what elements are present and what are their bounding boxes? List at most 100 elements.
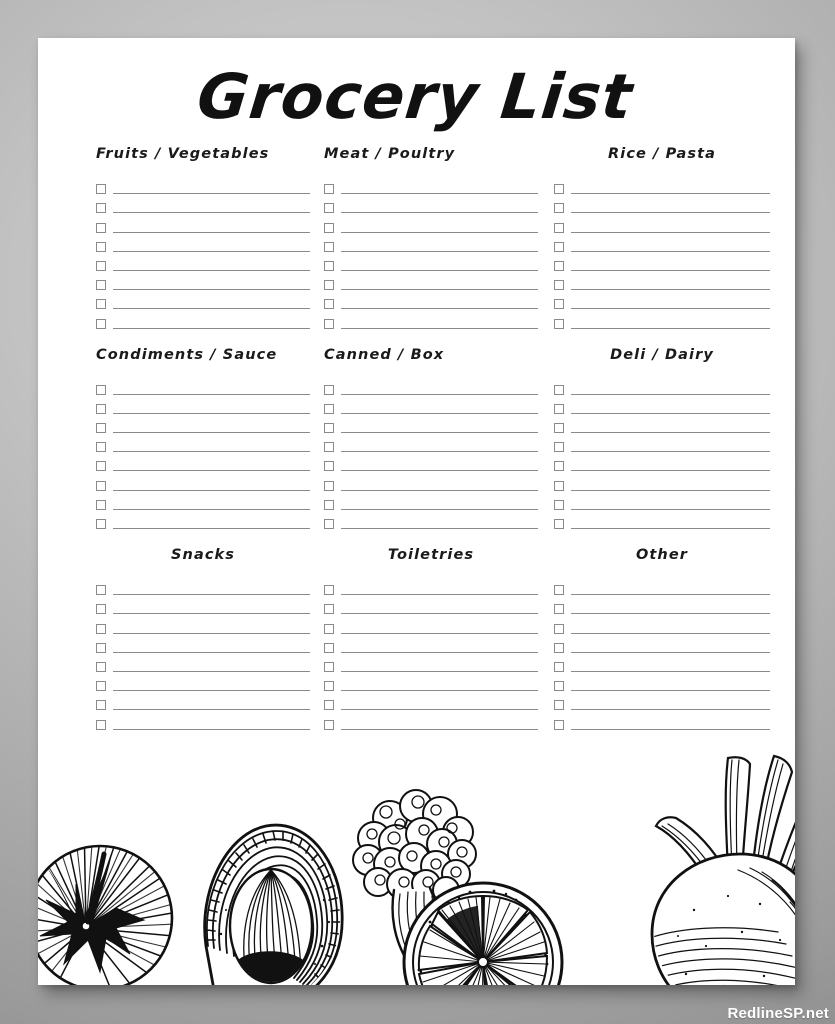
write-line[interactable]: [341, 613, 538, 615]
checklist-row[interactable]: [96, 493, 310, 512]
checklist-row[interactable]: [554, 254, 770, 273]
checkbox[interactable]: [96, 585, 106, 596]
checkbox[interactable]: [96, 299, 106, 310]
checklist-row[interactable]: [554, 292, 770, 311]
checklist-row[interactable]: [554, 397, 770, 416]
checkbox[interactable]: [96, 423, 106, 434]
checklist-row[interactable]: [96, 435, 310, 454]
write-line[interactable]: [571, 250, 770, 252]
write-line[interactable]: [341, 690, 538, 692]
checklist-row[interactable]: [324, 493, 538, 512]
write-line[interactable]: [571, 231, 770, 233]
checkbox[interactable]: [324, 384, 334, 395]
checklist-row[interactable]: [324, 215, 538, 234]
write-line[interactable]: [571, 327, 770, 329]
write-line[interactable]: [113, 470, 310, 472]
checklist-row[interactable]: [96, 215, 310, 234]
checklist-row[interactable]: [324, 416, 538, 435]
write-line[interactable]: [571, 651, 770, 653]
write-line[interactable]: [571, 212, 770, 214]
checkbox[interactable]: [324, 499, 334, 510]
write-line[interactable]: [341, 709, 538, 711]
checklist-row[interactable]: [96, 655, 310, 674]
checkbox[interactable]: [96, 203, 106, 214]
checkbox[interactable]: [554, 681, 564, 692]
checkbox[interactable]: [96, 384, 106, 395]
checklist-row[interactable]: [96, 512, 310, 531]
checkbox[interactable]: [554, 623, 564, 634]
checkbox[interactable]: [324, 280, 334, 291]
write-line[interactable]: [113, 193, 310, 195]
write-line[interactable]: [113, 651, 310, 653]
write-line[interactable]: [341, 528, 538, 529]
checklist-row[interactable]: [324, 254, 538, 273]
checkbox[interactable]: [96, 519, 106, 529]
checkbox[interactable]: [96, 241, 106, 252]
checkbox[interactable]: [554, 719, 564, 730]
checklist-row[interactable]: [96, 378, 310, 397]
write-line[interactable]: [341, 289, 538, 291]
checklist-row[interactable]: [96, 311, 310, 330]
write-line[interactable]: [341, 231, 538, 233]
checklist-row[interactable]: [96, 616, 310, 635]
checkbox[interactable]: [324, 700, 334, 711]
write-line[interactable]: [113, 250, 310, 252]
write-line[interactable]: [113, 690, 310, 692]
checkbox[interactable]: [96, 318, 106, 329]
checkbox[interactable]: [96, 184, 106, 195]
checklist-row[interactable]: [554, 597, 770, 616]
checkbox[interactable]: [554, 480, 564, 491]
write-line[interactable]: [341, 412, 538, 414]
write-line[interactable]: [341, 432, 538, 434]
checkbox[interactable]: [96, 700, 106, 711]
checkbox[interactable]: [554, 604, 564, 615]
checklist-row[interactable]: [554, 215, 770, 234]
write-line[interactable]: [571, 412, 770, 414]
checklist-row[interactable]: [324, 196, 538, 215]
checkbox[interactable]: [554, 442, 564, 453]
checkbox[interactable]: [96, 661, 106, 672]
checkbox[interactable]: [554, 661, 564, 672]
checklist-row[interactable]: [554, 636, 770, 655]
write-line[interactable]: [113, 432, 310, 434]
checklist-row[interactable]: [96, 292, 310, 311]
write-line[interactable]: [571, 690, 770, 692]
checkbox[interactable]: [324, 661, 334, 672]
write-line[interactable]: [113, 594, 310, 596]
checklist-row[interactable]: [324, 235, 538, 254]
write-line[interactable]: [341, 212, 538, 214]
write-line[interactable]: [341, 393, 538, 395]
checkbox[interactable]: [324, 241, 334, 252]
write-line[interactable]: [341, 269, 538, 271]
checklist-row[interactable]: [554, 416, 770, 435]
checklist-row[interactable]: [324, 435, 538, 454]
write-line[interactable]: [113, 709, 310, 711]
checkbox[interactable]: [554, 499, 564, 510]
checklist-row[interactable]: [324, 597, 538, 616]
checkbox[interactable]: [96, 461, 106, 472]
write-line[interactable]: [571, 489, 770, 491]
checklist-row[interactable]: [324, 454, 538, 473]
write-line[interactable]: [571, 193, 770, 195]
checklist-row[interactable]: [554, 655, 770, 674]
checkbox[interactable]: [96, 403, 106, 414]
checkbox[interactable]: [324, 642, 334, 653]
checklist-row[interactable]: [96, 597, 310, 616]
checklist-row[interactable]: [554, 273, 770, 292]
checkbox[interactable]: [324, 222, 334, 233]
checklist-row[interactable]: [96, 712, 310, 731]
checklist-row[interactable]: [96, 578, 310, 597]
checkbox[interactable]: [324, 184, 334, 195]
write-line[interactable]: [341, 470, 538, 472]
checklist-row[interactable]: [324, 693, 538, 712]
write-line[interactable]: [571, 728, 770, 730]
write-line[interactable]: [113, 728, 310, 730]
checkbox[interactable]: [324, 403, 334, 414]
checklist-row[interactable]: [324, 177, 538, 196]
checkbox[interactable]: [324, 480, 334, 491]
checkbox[interactable]: [96, 280, 106, 291]
write-line[interactable]: [113, 489, 310, 491]
checkbox[interactable]: [96, 604, 106, 615]
write-line[interactable]: [341, 594, 538, 596]
checklist-row[interactable]: [324, 473, 538, 492]
